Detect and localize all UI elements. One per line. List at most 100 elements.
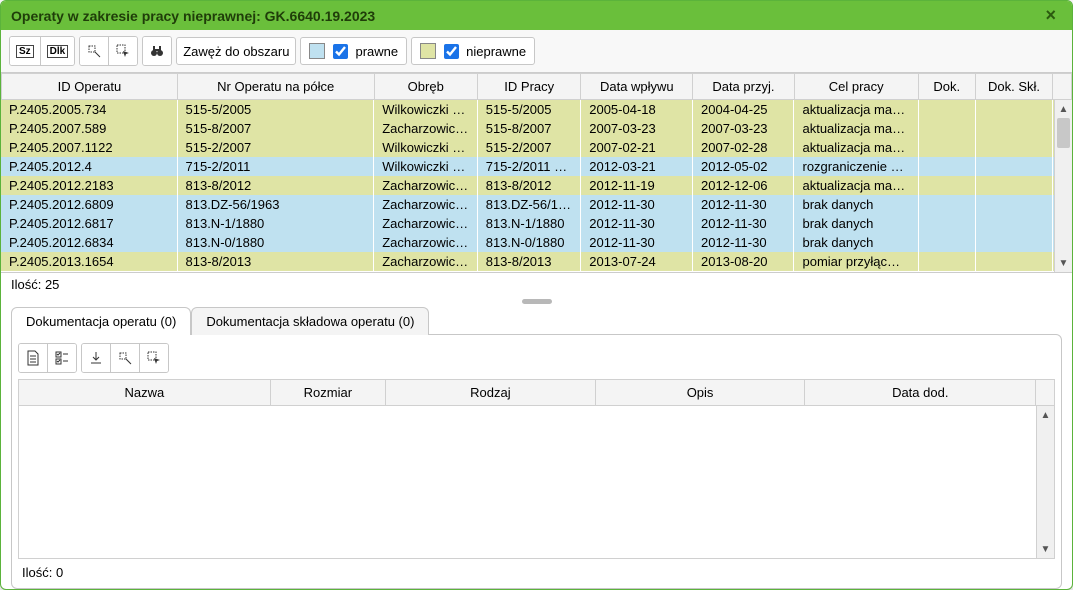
cell-shelf: 813.N-0/1880 [177,233,374,252]
dlk-button[interactable]: Dlk [40,37,75,65]
cell-dok-skl [975,119,1053,138]
cell-date_acc: 2013-08-20 [693,252,794,271]
tab-dokumentacja[interactable]: Dokumentacja operatu (0) [11,307,191,335]
lower-body[interactable]: ▲ ▼ [18,406,1055,559]
table-row[interactable]: P.2405.2005.734515-5/2005Wilkowiczki - t… [1,100,1072,119]
zoom-select-button[interactable] [108,37,137,65]
cell-area: Zacharzowice - … [374,214,478,233]
lcol-date[interactable]: Data dod. [805,380,1036,406]
table-row[interactable]: P.2405.2012.6834813.N-0/1880Zacharzowice… [1,233,1072,252]
table-row[interactable]: P.2405.2012.6809813.DZ-56/1963Zacharzowi… [1,195,1072,214]
cell-date_acc: 2012-11-30 [693,233,794,252]
cell-shelf: 813.DZ-56/1963 [177,195,374,214]
cell-area: Zacharzowice - … [374,195,478,214]
cell-date_in: 2012-11-30 [581,233,693,252]
col-dok-skl[interactable]: Dok. Skł. [975,74,1053,100]
cell-dok-skl [975,138,1053,157]
binoculars-button[interactable] [143,37,171,65]
cell-id: P.2405.2013.1654 [1,252,177,271]
cell-id: P.2405.2012.6817 [1,214,177,233]
table-row[interactable]: P.2405.2013.1654813-8/2013Zacharzowice -… [1,252,1072,271]
download-icon [88,350,104,366]
table-row[interactable]: P.2405.2007.1122515-2/2007Wilkowiczki - … [1,138,1072,157]
zoom-extent-button[interactable] [80,37,108,65]
col-shelf[interactable]: Nr Operatu na półce [177,74,374,100]
legend-nieprawne[interactable]: nieprawne [411,37,535,65]
zoom-select-icon [115,43,131,59]
lower-scrollbar[interactable]: ▲ ▼ [1036,406,1054,558]
zoom-select-icon [146,350,162,366]
titlebar: Operaty w zakresie pracy nieprawnej: GK.… [1,1,1072,30]
cell-shelf: 515-8/2007 [177,119,374,138]
col-id[interactable]: ID Operatu [2,74,178,100]
zoom-group [79,36,138,66]
zoom-doc-extent-button[interactable] [110,344,139,372]
cell-area: Wilkowiczki - te… [374,138,478,157]
scroll-down-icon[interactable]: ▼ [1055,254,1072,272]
col-area[interactable]: Obręb [374,74,477,100]
cell-work_id: 813.N-0/1880 [477,233,581,252]
upper-table: ID Operatu Nr Operatu na półce Obręb ID … [1,73,1072,273]
cell-dok [918,157,975,176]
swatch-prawne-icon [309,43,325,59]
lower-toolbar [18,341,1055,379]
lcol-type[interactable]: Rodzaj [386,380,596,406]
cell-dok-skl [975,252,1053,271]
cell-dok-skl [975,214,1053,233]
cell-date_acc: 2007-03-23 [693,119,794,138]
legend-prawne[interactable]: prawne [300,37,407,65]
tab-panel-dokumentacja: Nazwa Rozmiar Rodzaj Opis Data dod. ▲ ▼ … [11,334,1062,589]
col-dok[interactable]: Dok. [918,74,975,100]
cell-date_acc: 2012-11-30 [693,214,794,233]
table-row[interactable]: P.2405.2012.2183813-8/2012Zacharzowice -… [1,176,1072,195]
col-purpose[interactable]: Cel pracy [794,74,918,100]
cell-date_acc: 2004-04-25 [693,100,794,119]
tab-skladowa[interactable]: Dokumentacja składowa operatu (0) [191,307,429,335]
cell-date_in: 2012-11-30 [581,214,693,233]
cell-area: Zacharzowice - … [374,233,478,252]
scroll-thumb[interactable] [1057,118,1070,148]
cell-work_id: 515-5/2005 [477,100,581,119]
cell-dok-skl [975,176,1053,195]
table-row[interactable]: P.2405.2007.589515-8/2007Zacharzowice - … [1,119,1072,138]
scroll-up-icon[interactable]: ▲ [1055,100,1072,118]
cell-date_in: 2007-02-21 [581,138,693,157]
zoom-doc-select-button[interactable] [139,344,168,372]
cell-shelf: 515-2/2007 [177,138,374,157]
lcol-scroll-spacer [1036,380,1055,406]
table-row[interactable]: P.2405.2012.4715-2/2011Wilkowiczki - te…… [1,157,1072,176]
cell-purpose: rozgraniczenie … [794,157,918,176]
close-icon[interactable]: × [1039,5,1062,26]
cell-area: Wilkowiczki - te… [374,157,478,176]
cell-purpose: brak danych [794,195,918,214]
download-button[interactable] [82,344,110,372]
lcol-name[interactable]: Nazwa [19,380,271,406]
sz-button[interactable]: Sz [10,37,40,65]
main-toolbar: Sz Dlk Zawęż do obszaru prawne nieprawne [1,30,1072,73]
cell-purpose: brak danych [794,233,918,252]
cell-id: P.2405.2005.734 [1,100,177,119]
col-work-id[interactable]: ID Pracy [477,74,580,100]
lcol-desc[interactable]: Opis [595,380,805,406]
lcol-size[interactable]: Rozmiar [270,380,385,406]
splitter[interactable] [1,296,1072,306]
checkbox-nieprawne[interactable] [444,44,459,59]
scroll-up-icon[interactable]: ▲ [1037,406,1054,424]
doc-check-button[interactable] [47,344,76,372]
upper-scrollbar[interactable]: ▲ ▼ [1054,100,1072,272]
upper-body[interactable]: P.2405.2005.734 515-5/2005 Wilkowiczki - t… [1,100,1072,272]
table-row[interactable]: P.2405.2012.6817813.N-1/1880Zacharzowice… [1,214,1072,233]
cell-date_acc: 2012-05-02 [693,157,794,176]
cell-work_id: 715-2/2011 … [477,157,581,176]
cell-id: P.2405.2012.4 [1,157,177,176]
upper-status: Ilość: 25 [1,273,1072,296]
lower-status: Ilość: 0 [18,559,1055,582]
scroll-down-icon[interactable]: ▼ [1037,540,1054,558]
col-date-in[interactable]: Data wpływu [581,74,693,100]
doc-page-button[interactable] [19,344,47,372]
cell-purpose: brak danych [794,214,918,233]
col-date-acc[interactable]: Data przyj. [693,74,794,100]
cell-shelf: 813.N-1/1880 [177,214,374,233]
find-group [142,36,172,66]
checkbox-prawne[interactable] [333,44,348,59]
